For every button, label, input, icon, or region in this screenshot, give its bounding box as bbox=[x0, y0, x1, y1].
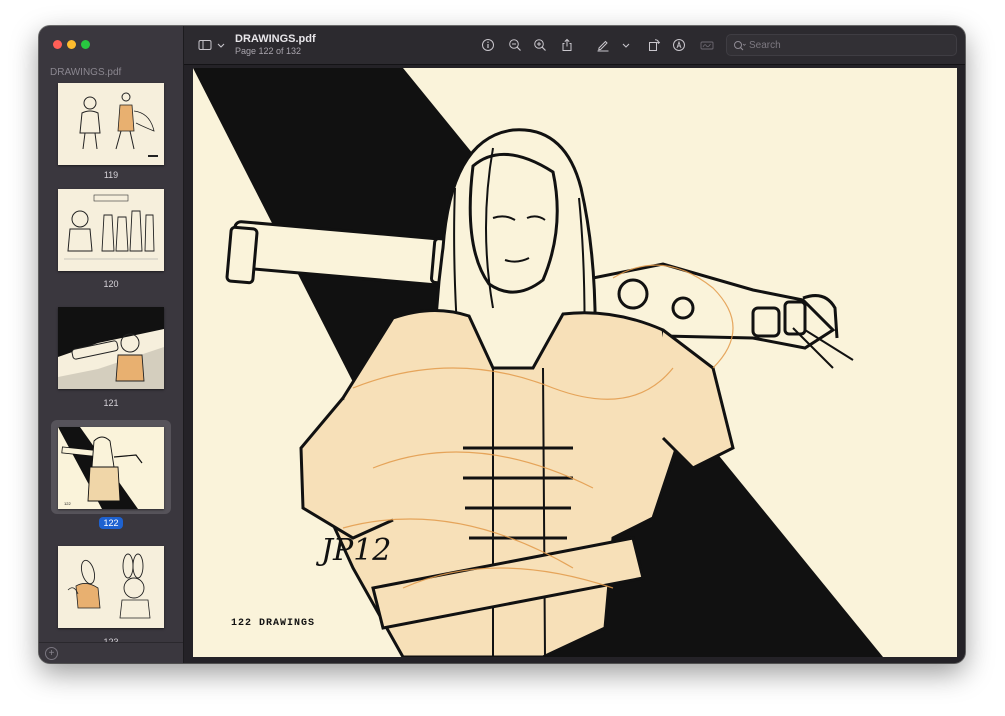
document-title: DRAWINGS.pdf bbox=[235, 33, 316, 45]
chevron-down-icon[interactable] bbox=[214, 38, 225, 52]
share-icon[interactable] bbox=[560, 38, 574, 52]
sidebar-footer: + bbox=[39, 642, 183, 663]
thumbnail-list[interactable]: 119 120 121 122 122 123 bbox=[39, 81, 183, 643]
thumbnail-page-123[interactable] bbox=[58, 546, 164, 628]
search-field[interactable] bbox=[726, 34, 957, 56]
toolbar: DRAWINGS.pdf Page 122 of 132 bbox=[184, 26, 965, 65]
sidebar-document-title: DRAWINGS.pdf bbox=[50, 67, 122, 78]
thumbnail-page-122[interactable]: 122 bbox=[58, 427, 164, 509]
info-icon[interactable] bbox=[481, 38, 495, 52]
zoom-in-icon[interactable] bbox=[533, 38, 547, 52]
markup-icon[interactable] bbox=[672, 38, 686, 52]
svg-text:122: 122 bbox=[64, 501, 71, 506]
rotate-icon[interactable] bbox=[647, 38, 661, 52]
minimize-window-button[interactable] bbox=[67, 40, 76, 49]
search-input[interactable] bbox=[747, 36, 951, 55]
sidebar-toggle-icon[interactable] bbox=[198, 38, 212, 52]
thumbnail-page-120[interactable] bbox=[58, 189, 164, 271]
thumbnail-sidebar: DRAWINGS.pdf 119 120 121 122 122 123 + bbox=[39, 26, 184, 663]
close-window-button[interactable] bbox=[53, 40, 62, 49]
chevron-down-icon[interactable] bbox=[619, 38, 630, 52]
thumbnail-label-selected: 122 bbox=[39, 517, 183, 529]
thumbnail-label: 120 bbox=[103, 279, 119, 289]
zoom-out-icon[interactable] bbox=[508, 38, 522, 52]
thumbnail-label: 119 bbox=[103, 170, 119, 180]
thumbnail-label: 121 bbox=[103, 398, 119, 408]
highlight-pen-icon[interactable] bbox=[596, 38, 610, 52]
artist-signature: JP12 bbox=[321, 533, 392, 568]
signature-icon[interactable] bbox=[700, 38, 714, 52]
thumbnail-page-119[interactable] bbox=[58, 83, 164, 165]
document-view[interactable]: JP12 122 DRAWINGS bbox=[184, 65, 965, 663]
pdf-page: JP12 122 DRAWINGS bbox=[193, 68, 957, 657]
preview-window: DRAWINGS.pdf 119 120 121 122 122 123 + D… bbox=[39, 26, 965, 663]
page-caption: 122 DRAWINGS bbox=[231, 618, 316, 629]
thumbnail-page-121[interactable] bbox=[58, 307, 164, 389]
search-icon bbox=[733, 39, 746, 51]
zoom-window-button[interactable] bbox=[81, 40, 90, 49]
drawing-artwork bbox=[193, 68, 883, 657]
page-indicator: Page 122 of 132 bbox=[235, 46, 302, 56]
add-page-button[interactable]: + bbox=[45, 647, 58, 660]
